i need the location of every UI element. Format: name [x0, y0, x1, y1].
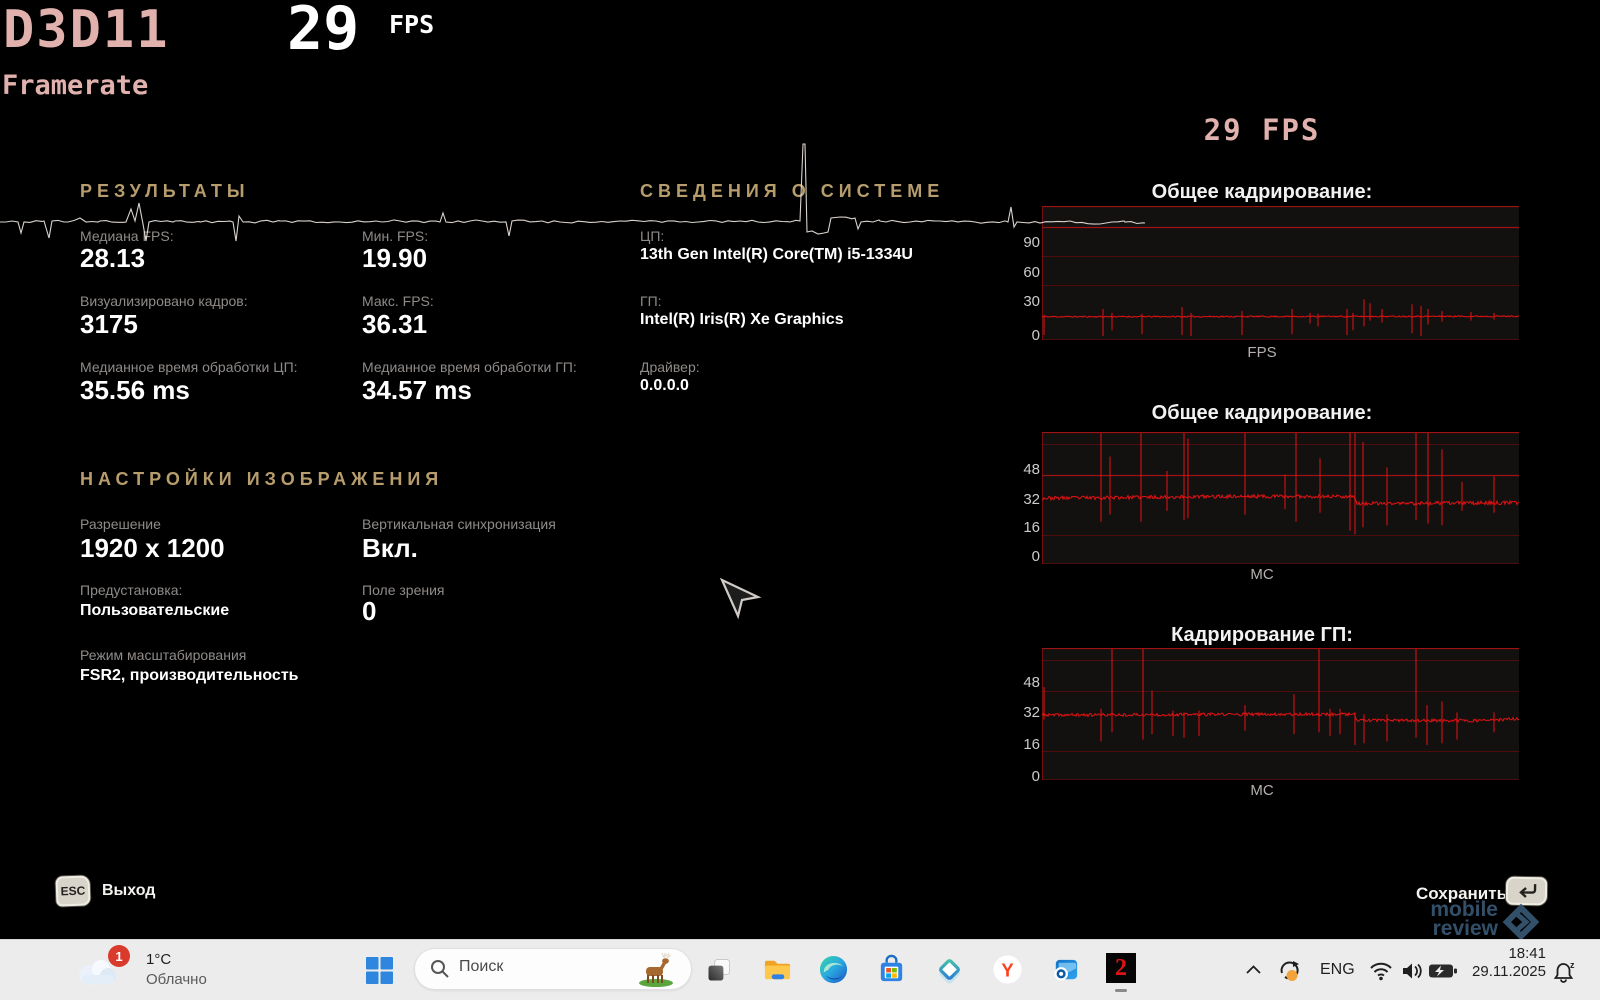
- box-app-icon[interactable]: [934, 954, 965, 985]
- watermark: mobile review: [1330, 900, 1498, 938]
- system-label: Драйвер:: [640, 359, 700, 375]
- weather-temp: 1°C: [146, 951, 171, 968]
- start-button[interactable]: [366, 957, 393, 984]
- chart-xlabel: FPS: [1020, 344, 1504, 361]
- chart-xlabel: МС: [1020, 566, 1504, 583]
- exit-label[interactable]: Выход: [102, 882, 155, 900]
- setting-value: 0: [362, 596, 376, 627]
- system-value: 0.0.0.0: [640, 377, 689, 395]
- game-icon-glyph: 2: [1115, 956, 1127, 980]
- overlay-metric-label: Framerate: [2, 70, 148, 101]
- y-axis-tick: 16: [996, 519, 1040, 536]
- mouse-cursor: [714, 578, 762, 620]
- battery-charging-icon[interactable]: [1428, 963, 1458, 979]
- y-axis-tick: 32: [996, 704, 1040, 721]
- game-app-icon[interactable]: 2: [1106, 953, 1136, 983]
- svg-text:Y: Y: [1001, 959, 1013, 980]
- result-value: 36.31: [362, 309, 427, 340]
- esc-key-button[interactable]: ESC: [55, 875, 90, 906]
- speaker-icon[interactable]: [1400, 960, 1424, 982]
- language-indicator[interactable]: ENG: [1320, 961, 1355, 979]
- y-axis-tick: 0: [996, 327, 1040, 344]
- y-axis-tick: 48: [996, 461, 1040, 478]
- search-placeholder: Поиск: [459, 958, 503, 976]
- yandex-browser-icon[interactable]: Y: [992, 954, 1023, 985]
- result-label: Медианное время обработки ЦП:: [80, 359, 298, 375]
- y-axis-tick: 0: [996, 548, 1040, 565]
- y-axis-tick: 30: [996, 293, 1040, 310]
- notification-badge: 1: [108, 945, 130, 967]
- search-highlight-deer-image: [633, 951, 679, 988]
- system-label: ГП:: [640, 293, 662, 309]
- y-axis-tick: 60: [996, 264, 1040, 281]
- chart-title: Общее кадрирование:: [1020, 402, 1504, 425]
- frametime-chart: [1042, 432, 1519, 564]
- frametime-overlay-graph: [0, 140, 1160, 250]
- tray-date: 29.11.2025: [1456, 963, 1546, 981]
- y-axis-tick: 16: [996, 736, 1040, 753]
- result-value: 3175: [80, 309, 138, 340]
- microsoft-store-icon[interactable]: [876, 954, 907, 985]
- setting-label: Вертикальная синхронизация: [362, 516, 556, 532]
- notification-bell-dnd-icon[interactable]: z: [1552, 960, 1576, 984]
- overlay-api-label: D3D11: [3, 0, 170, 60]
- watermark-logo-icon: [1498, 900, 1544, 944]
- result-value: 34.57 ms: [362, 375, 472, 406]
- setting-label: Разрешение: [80, 516, 161, 532]
- settings-heading: НАСТРОЙКИ ИЗОБРАЖЕНИЯ: [80, 469, 443, 490]
- clock[interactable]: 18:41 29.11.2025: [1456, 945, 1546, 981]
- search-icon: [430, 959, 450, 979]
- system-value: Intel(R) Iris(R) Xe Graphics: [640, 311, 844, 329]
- setting-value: Пользовательские: [80, 602, 229, 620]
- running-app-indicator: [1115, 989, 1127, 992]
- result-label: Медианное время обработки ГП:: [362, 359, 577, 375]
- setting-value: 1920 x 1200: [80, 533, 225, 564]
- weather-condition: Облачно: [146, 971, 207, 988]
- enter-return-icon: [1514, 882, 1538, 900]
- file-explorer-icon[interactable]: [762, 954, 793, 985]
- tray-chevron-up-icon[interactable]: [1245, 964, 1262, 976]
- weather-widget[interactable]: 1 1°C Облачно: [70, 940, 290, 1000]
- outlook-icon[interactable]: [1050, 954, 1081, 985]
- setting-label: Предустановка:: [80, 582, 182, 598]
- overlay-fps-value: 29: [287, 0, 359, 64]
- overlay-fps-unit: FPS: [389, 10, 434, 39]
- edge-browser-icon[interactable]: [818, 954, 849, 985]
- benchmark-screen: D3D11 29 FPS Framerate РЕЗУЛЬТАТЫ Медиан…: [0, 0, 1600, 1000]
- search-input[interactable]: Поиск: [414, 948, 692, 990]
- sync-update-icon[interactable]: [1276, 958, 1302, 984]
- setting-label: Режим масштабирования: [80, 647, 246, 663]
- setting-value: FSR2, производительность: [80, 667, 299, 685]
- setting-value: Вкл.: [362, 533, 418, 564]
- gpu-frametime-chart: [1042, 648, 1519, 780]
- result-label: Визуализировано кадров:: [80, 293, 248, 309]
- svg-text:z: z: [1570, 960, 1575, 970]
- y-axis-tick: 32: [996, 491, 1040, 508]
- result-label: Макс. FPS:: [362, 293, 434, 309]
- taskbar: 1 1°C Облачно Поиск: [0, 939, 1600, 1000]
- result-value: 35.56 ms: [80, 375, 190, 406]
- task-view-icon[interactable]: [705, 956, 733, 984]
- chart-title: Кадрирование ГП:: [1020, 624, 1504, 647]
- wifi-icon[interactable]: [1368, 961, 1394, 981]
- tray-time: 18:41: [1456, 945, 1546, 963]
- y-axis-tick: 48: [996, 674, 1040, 691]
- chart-xlabel: МС: [1020, 782, 1504, 799]
- watermark-text: review: [1330, 919, 1498, 938]
